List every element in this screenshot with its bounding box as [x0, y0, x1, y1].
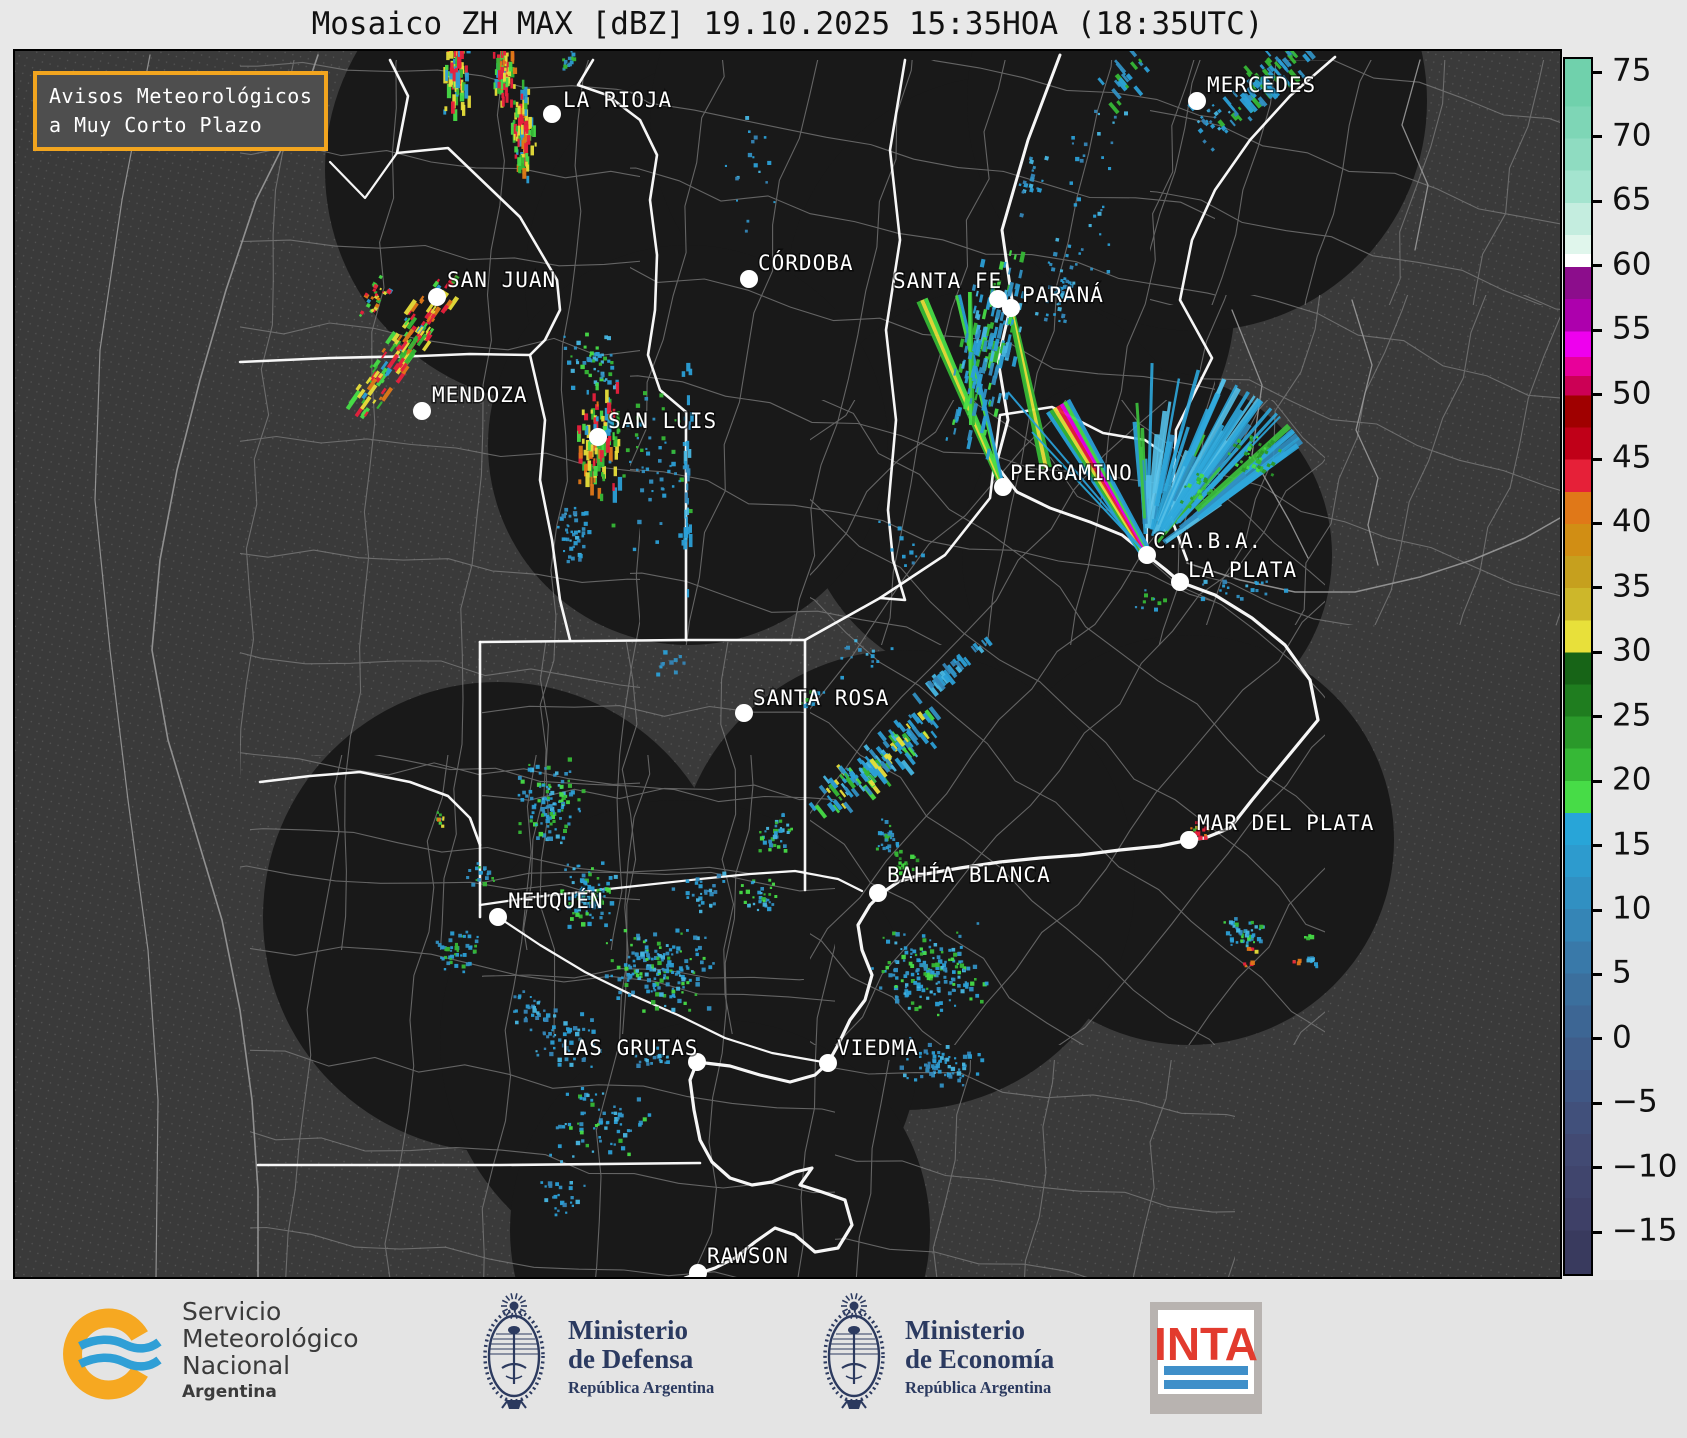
city-label: PERGAMINO: [1010, 461, 1133, 485]
colorbar-tick-label: 45: [1612, 439, 1652, 476]
smn-name-line3: Nacional: [182, 1351, 291, 1380]
city-dot: [489, 908, 507, 926]
city-dot: [1002, 299, 1020, 317]
colorbar-tick-label: 55: [1612, 310, 1652, 347]
defensa-coat-of-arms-icon: [483, 1293, 545, 1409]
colorbar-tick: [1592, 135, 1602, 139]
colorbar-tick: [1592, 586, 1602, 590]
colorbar-tick-label: −5: [1612, 1083, 1658, 1120]
colorbar-tick-label: 20: [1612, 761, 1652, 798]
defensa-name-line2: de Defensa: [568, 1344, 694, 1375]
smn-logo-icon: [63, 1308, 162, 1400]
colorbar-tick: [1592, 1101, 1602, 1105]
smn-name-line2: Meteorológico: [182, 1324, 359, 1353]
city-label: CÓRDOBA: [758, 250, 854, 275]
economia-name-line2: de Economía: [905, 1344, 1055, 1375]
defensa-subtitle: República Argentina: [568, 1378, 715, 1398]
city-dot: [1171, 573, 1189, 591]
city-label: SAN LUIS: [608, 409, 717, 433]
colorbar-tick: [1592, 1166, 1602, 1170]
city-dot: [819, 1054, 837, 1072]
colorbar: [1563, 57, 1593, 1276]
city-label: C.A.B.A.: [1153, 529, 1262, 553]
city-dot: [869, 884, 887, 902]
colorbar-tick-label: 35: [1612, 568, 1652, 605]
colorbar-tick: [1592, 972, 1602, 976]
warning-box-line1: Avisos Meteorológicos: [49, 84, 313, 108]
city-dot: [740, 270, 758, 288]
city-label: SANTA FE: [893, 269, 1002, 293]
city-dot: [735, 704, 753, 722]
economia-coat-of-arms-icon: [823, 1293, 885, 1409]
colorbar-tick-label: 25: [1612, 697, 1652, 734]
colorbar-tick-label: 75: [1612, 53, 1652, 90]
city-label: MENDOZA: [432, 383, 528, 407]
colorbar-tick: [1592, 199, 1602, 203]
colorbar-tick-label: 40: [1612, 504, 1652, 541]
city-dot: [1180, 831, 1198, 849]
city-label: SAN JUAN: [447, 268, 556, 292]
colorbar-tick: [1592, 779, 1602, 783]
colorbar-tick-label: 70: [1612, 117, 1652, 154]
city-label: MERCEDES: [1207, 73, 1316, 97]
colorbar-tick: [1592, 521, 1602, 525]
city-dot: [589, 428, 607, 446]
inta-logo: INTA: [1150, 1302, 1262, 1414]
colorbar-tick-label: 10: [1612, 890, 1652, 927]
warning-box: Avisos Meteorológicos a Muy Corto Plazo: [33, 71, 329, 151]
colorbar-tick-label: 30: [1612, 632, 1652, 669]
colorbar-tick-label: 0: [1612, 1019, 1632, 1056]
city-label: LA RIOJA: [563, 88, 672, 112]
colorbar-tick-label: −10: [1612, 1148, 1678, 1185]
city-label: LAS GRUTAS: [562, 1036, 698, 1060]
city-dot: [543, 105, 561, 123]
city-label: VIEDMA: [837, 1036, 919, 1060]
colorbar-tick-label: 15: [1612, 826, 1652, 863]
economia-subtitle: República Argentina: [905, 1378, 1052, 1398]
colorbar-tick: [1592, 1037, 1602, 1041]
footer: Servicio Meteorológico Nacional Argentin…: [0, 1280, 1687, 1438]
colorbar-tick: [1592, 715, 1602, 719]
colorbar-tick: [1592, 844, 1602, 848]
colorbar-tick: [1592, 70, 1602, 74]
colorbar-tick-label: −15: [1612, 1212, 1678, 1249]
colorbar-tick-label: 50: [1612, 375, 1652, 412]
city-label: NEUQUÉN: [508, 888, 604, 913]
city-label: BAHÍA BLANCA: [887, 862, 1051, 887]
colorbar-tick: [1592, 1230, 1602, 1234]
city-label: SANTA ROSA: [753, 686, 889, 710]
colorbar-tick-label: 5: [1612, 955, 1632, 992]
colorbar-tick: [1592, 328, 1602, 332]
page-title: Mosaico ZH MAX [dBZ] 19.10.2025 15:35HOA…: [311, 6, 1264, 42]
city-dot: [1188, 92, 1206, 110]
colorbar-tick: [1592, 908, 1602, 912]
radar-mosaic-image: MERCEDES LA RIOJA SAN JUAN CÓRDOBA SANTA FE P…: [15, 51, 1560, 1277]
city-label: RAWSON: [707, 1244, 789, 1268]
city-dot: [428, 288, 446, 306]
colorbar-tick: [1592, 264, 1602, 268]
radar-map: MERCEDES LA RIOJA SAN JUAN CÓRDOBA SANTA FE P…: [13, 49, 1562, 1279]
inta-label: INTA: [1154, 1318, 1258, 1370]
city-dot: [413, 402, 431, 420]
colorbar-tick: [1592, 393, 1602, 397]
defensa-name-line1: Ministerio: [568, 1315, 688, 1345]
colorbar-tick-label: 60: [1612, 246, 1652, 283]
smn-name-line1: Servicio: [182, 1297, 282, 1326]
colorbar-tick: [1592, 650, 1602, 654]
economia-name-line1: Ministerio: [905, 1315, 1025, 1345]
smn-country: Argentina: [182, 1382, 277, 1402]
city-label: LA PLATA: [1188, 558, 1297, 582]
warning-box-line2: a Muy Corto Plazo: [49, 113, 263, 137]
city-label: PARANÁ: [1022, 282, 1104, 307]
colorbar-tick-label: 65: [1612, 181, 1652, 218]
city-label: MAR DEL PLATA: [1197, 811, 1374, 835]
colorbar-tick: [1592, 457, 1602, 461]
